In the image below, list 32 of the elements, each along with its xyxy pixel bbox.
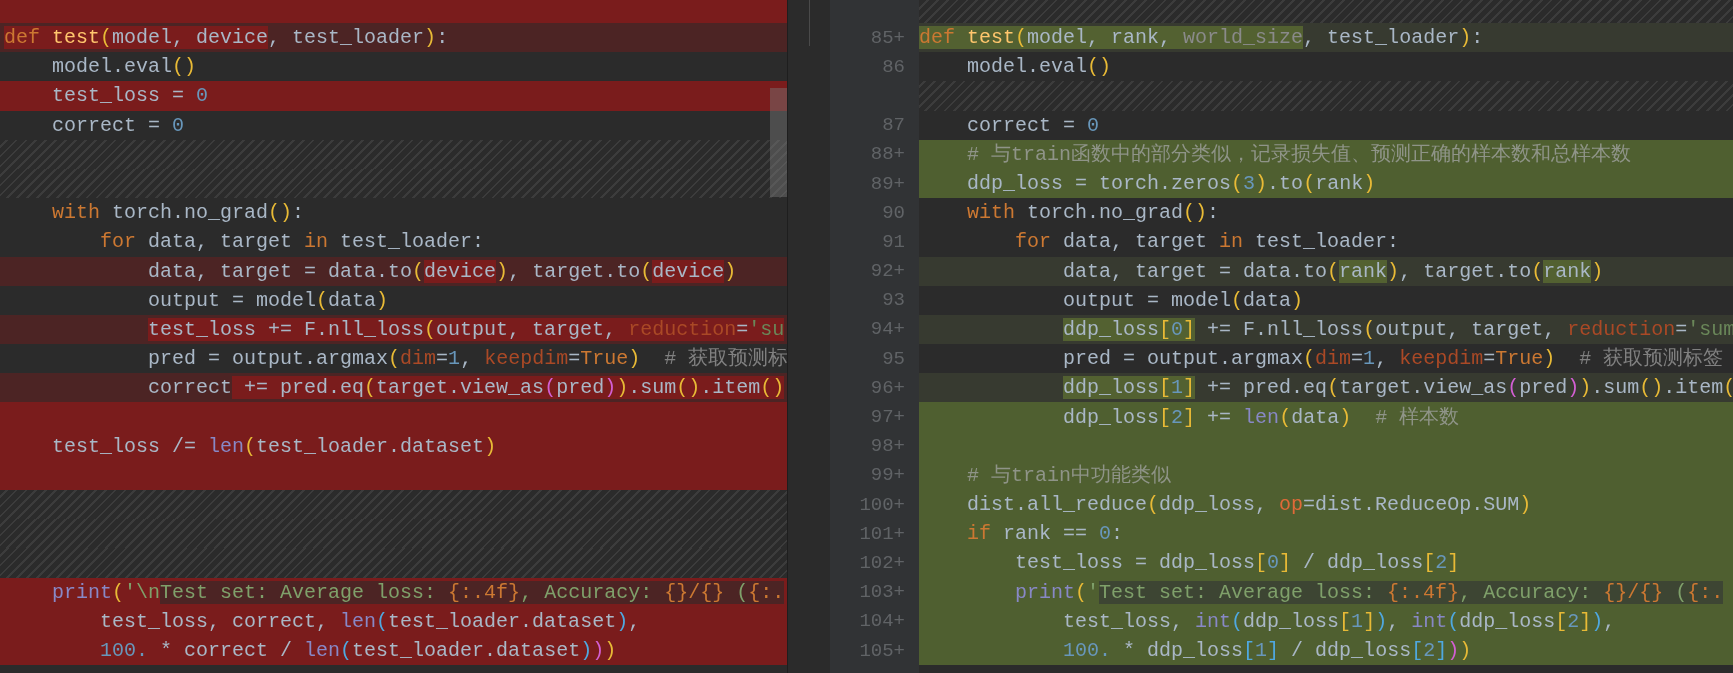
- code-line: 100. * ddp_loss[1] / ddp_loss[2])): [1062, 638, 1472, 665]
- code-line: correct += pred.eq(target.view_as(pred)).sum().item(): [147, 375, 785, 402]
- code-line: output = model(data): [147, 287, 389, 314]
- code-line: # 与train函数中的部分类似，记录损失值、预测正确的样本数和总样本数: [966, 141, 1632, 168]
- code-line: dist.all_reduce(ddp_loss, op=dist.ReduceOp.SUM): [966, 492, 1532, 519]
- code-line: print('\nTest set: Average loss: {:.4f}, Accuracy: {}/{} ({:.: [51, 579, 785, 606]
- code-line: pred = output.argmax(dim=1, keepdim=True) # 获取预测标: [147, 346, 787, 373]
- code-line: test_loss, int(ddp_loss[1]), int(ddp_loss[2]),: [1062, 608, 1616, 635]
- code-line: with torch.no_grad():: [966, 200, 1220, 227]
- code-line: for data, target in test_loader:: [1014, 229, 1400, 256]
- code-line: test_loss = 0: [51, 83, 209, 110]
- code-line: model.eval(): [51, 54, 197, 81]
- code-line: correct = 0: [966, 112, 1100, 139]
- code-line: for data, target in test_loader:: [99, 229, 485, 256]
- code-line: ddp_loss = torch.zeros(3).to(rank): [966, 171, 1376, 198]
- code-line: data, target = data.to(device), target.to(device): [147, 258, 737, 285]
- code-line: 100. * correct / len(test_loader.dataset))): [99, 638, 617, 665]
- code-line: ddp_loss[2] += len(data) # 样本数: [1062, 404, 1460, 431]
- code-line: output = model(data): [1062, 287, 1304, 314]
- code-line: model.eval(): [966, 54, 1112, 81]
- code-line: with torch.no_grad():: [51, 200, 305, 227]
- code-line: pred = output.argmax(dim=1, keepdim=True) # 获取预测标签: [1062, 346, 1724, 373]
- code-line: test_loss = ddp_loss[0] / ddp_loss[2]: [1014, 550, 1460, 577]
- code-line: data, target = data.to(rank), target.to(rank): [1062, 258, 1604, 285]
- code-line: # 与train中功能类似: [966, 462, 1172, 489]
- code-line: test_loss, correct, len(test_loader.dataset),: [99, 608, 641, 635]
- code-line: print('Test set: Average loss: {:.4f}, Accuracy: {}/{} ({:.: [1014, 579, 1724, 606]
- code-line: test_loss /= len(test_loader.dataset): [51, 433, 497, 460]
- code-line: ddp_loss[1] += pred.eq(target.view_as(pred)).sum().item(: [1062, 375, 1733, 402]
- code-line: correct = 0: [51, 112, 185, 139]
- code-line: if rank == 0:: [966, 521, 1124, 548]
- scrollbar-thumb[interactable]: [770, 88, 787, 197]
